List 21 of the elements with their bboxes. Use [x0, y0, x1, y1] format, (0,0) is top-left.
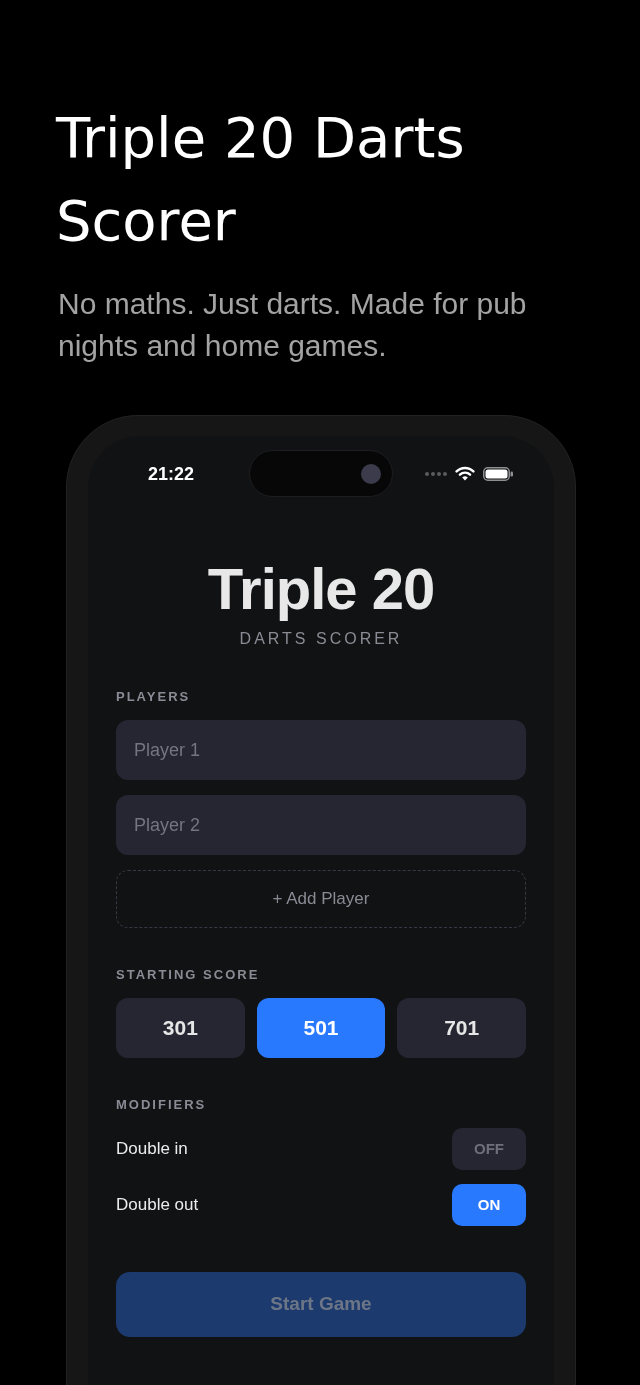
- battery-icon: [483, 466, 513, 481]
- modifier-label: Double in: [116, 1138, 188, 1161]
- signal-icon: [425, 471, 447, 476]
- status-time: 21:22: [148, 463, 195, 484]
- section-label: PLAYERS: [116, 689, 191, 705]
- player-name-field[interactable]: Player 2: [116, 795, 526, 855]
- add-player-button[interactable]: + Add Player: [116, 870, 526, 928]
- score-option[interactable]: 301: [116, 998, 245, 1058]
- app-subtitle: DARTS SCORER: [239, 629, 403, 649]
- modifier-toggle[interactable]: OFF: [452, 1128, 526, 1170]
- section-label: MODIFIERS: [116, 1097, 207, 1113]
- headline: Triple 20 Darts Scorer: [56, 104, 466, 255]
- section-label: STARTING SCORE: [116, 967, 260, 983]
- wifi-icon: [455, 466, 475, 481]
- modifier-label: Double out: [116, 1194, 199, 1217]
- player-name-field[interactable]: Player 1: [116, 720, 526, 780]
- score-option[interactable]: 501: [256, 998, 386, 1058]
- score-option[interactable]: 701: [397, 998, 526, 1058]
- camera-lens-icon: [361, 463, 381, 484]
- tagline: No maths. Just darts. Made for pub nights and home games.: [58, 286, 528, 364]
- modifier-toggle[interactable]: ON: [452, 1184, 526, 1226]
